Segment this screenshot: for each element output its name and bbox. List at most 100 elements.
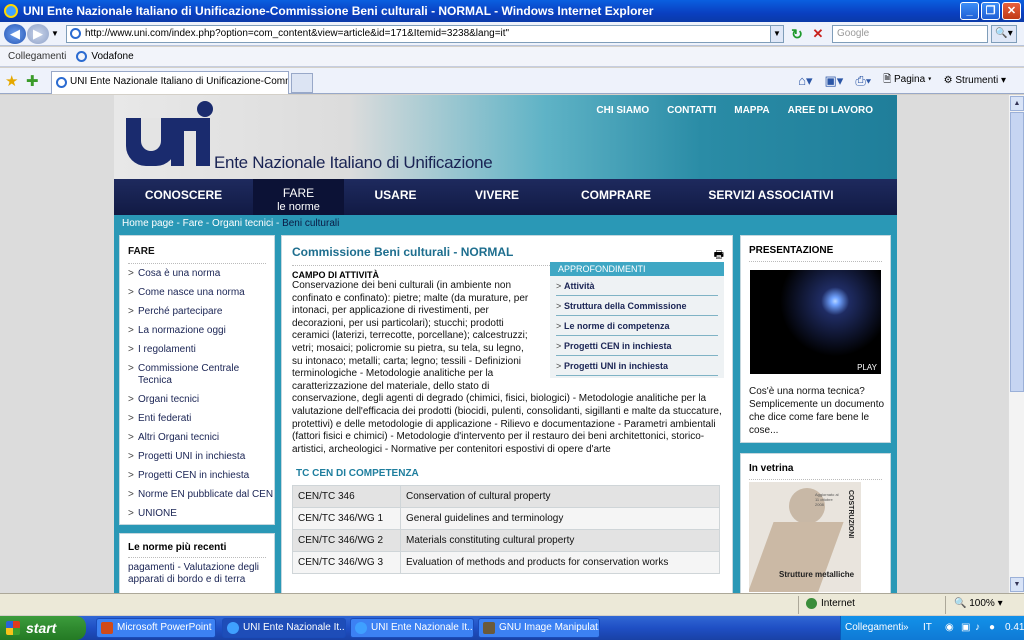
breadcrumb: Home page - Fare - Organi tecnici - Beni… [114, 215, 897, 233]
ie-icon [355, 622, 367, 634]
video-player[interactable]: PLAY [750, 270, 881, 374]
start-button[interactable]: start [0, 616, 86, 640]
main-nav: CONOSCERE FARE le norme USARE VIVERE COM… [114, 179, 897, 215]
scroll-thumb[interactable] [1010, 112, 1024, 392]
left-menu-item[interactable]: Progetti UNI in inchiesta [128, 451, 274, 463]
uni-logo[interactable] [126, 101, 213, 173]
left-menu-item[interactable]: La normazione oggi [128, 325, 274, 337]
nav-fare-sub: le norme [277, 201, 320, 213]
refresh-icon[interactable]: ↻ [788, 25, 806, 43]
left-menu-item[interactable]: Commissione Centrale Tecnica [128, 363, 274, 387]
play-button[interactable]: PLAY [857, 363, 877, 372]
left-menu-item[interactable]: Altri Organi tecnici [128, 432, 274, 444]
approf-link[interactable]: Progetti UNI in inchiesta [556, 356, 718, 376]
topnav-contatti[interactable]: CONTATTI [667, 105, 716, 116]
nav-servizi-associativi[interactable]: SERVIZI ASSOCIATIVI [685, 179, 857, 215]
nav-comprare[interactable]: COMPRARE [547, 179, 685, 215]
approf-link[interactable]: Attività [556, 276, 718, 296]
new-tab-button[interactable] [291, 73, 313, 93]
taskbar-item-gimp[interactable]: GNU Image Manipulat... [478, 618, 600, 638]
tc-desc: Conservation of cultural property [400, 485, 720, 509]
approf-link[interactable]: Progetti CEN in inchiesta [556, 336, 718, 356]
nav-conoscere[interactable]: CONOSCERE [114, 179, 253, 215]
article: Commissione Beni culturali - NORMAL 🖶 CA… [281, 235, 733, 593]
back-button[interactable]: ◀ [4, 24, 26, 44]
address-dropdown-icon[interactable]: ▼ [770, 25, 784, 43]
tc-desc: Evaluation of methods and products for c… [400, 551, 720, 575]
stop-icon[interactable]: ✕ [809, 25, 827, 43]
left-menu-item[interactable]: Norme EN pubblicate dal CEN [128, 489, 274, 501]
left-menu-item[interactable]: I regolamenti [128, 344, 274, 356]
tray-chevron-icon[interactable]: » [903, 622, 909, 633]
approf-link[interactable]: Le norme di competenza [556, 316, 718, 336]
tray-links[interactable]: Collegamenti [845, 622, 903, 633]
minimize-button[interactable]: _ [960, 2, 979, 20]
vertical-scrollbar[interactable]: ▲ ▼ [1008, 95, 1024, 593]
favorites-star-icon[interactable]: ★ [5, 72, 18, 90]
page-title: Commissione Beni culturali - NORMAL [292, 245, 514, 259]
topnav-mappa[interactable]: MAPPA [734, 105, 769, 116]
gimp-icon [483, 622, 495, 634]
scroll-up-arrow-icon[interactable]: ▲ [1010, 96, 1024, 111]
left-menu-item[interactable]: UNIONE [128, 508, 274, 520]
book-date: Aggiornato al 11 ottobre 2008 [815, 492, 839, 507]
breadcrumb-fare[interactable]: Fare [183, 218, 204, 229]
link-vodafone[interactable]: Vodafone [76, 50, 134, 62]
search-input[interactable]: Google [832, 25, 988, 43]
close-button[interactable]: ✕ [1002, 2, 1021, 20]
tray-ie-icon[interactable]: ◉ [945, 622, 954, 633]
book-cover[interactable]: Aggiornato al 11 ottobre 2008 COSTRUZION… [749, 482, 861, 592]
left-menu-item[interactable]: Progetti CEN in inchiesta [128, 470, 274, 482]
taskbar-item-powerpoint[interactable]: Microsoft PowerPoint ... [96, 618, 216, 638]
tools-menu[interactable]: ⚙ Strumenti ▾ [944, 75, 1006, 86]
forward-button[interactable]: ▶ [27, 24, 49, 44]
breadcrumb-organi-tecnici[interactable]: Organi tecnici [212, 218, 273, 229]
left-menu-item[interactable]: Perché partecipare [128, 306, 274, 318]
add-favorites-icon[interactable]: ✚ [26, 72, 39, 90]
zoom-level[interactable]: 🔍 100% ▾ [954, 598, 1003, 609]
table-row: CEN/TC 346 Conservation of cultural prop… [292, 485, 720, 509]
left-menu-item[interactable]: Come nasce una norma [128, 287, 274, 299]
home-icon[interactable]: ⌂▾ [798, 73, 812, 89]
presentazione-title: PRESENTAZIONE [749, 245, 834, 256]
left-menu: FARE Cosa è una norma Come nasce una nor… [119, 235, 275, 525]
scroll-down-arrow-icon[interactable]: ▼ [1010, 577, 1024, 592]
feeds-icon[interactable]: ▣▾ [825, 73, 844, 89]
nav-vivere[interactable]: VIVERE [447, 179, 547, 215]
recent-standards-title: Le norme più recenti [128, 542, 227, 553]
presentazione-text[interactable]: Cos'è una norma tecnica? Semplicemente u… [749, 385, 887, 437]
recent-standards-box: Le norme più recenti pagamenti - Valutaz… [119, 533, 275, 593]
tray-network-icon[interactable]: ▣ [961, 622, 970, 633]
search-icon[interactable]: 🔍▾ [991, 25, 1017, 43]
taskbar-item-ie-2[interactable]: UNI Ente Nazionale It... [350, 618, 474, 638]
nav-fare[interactable]: FARE le norme [253, 179, 344, 215]
tc-desc: General guidelines and terminology [400, 507, 720, 531]
print-icon[interactable]: ⎙▾ [855, 73, 871, 89]
breadcrumb-home[interactable]: Home page [122, 218, 174, 229]
page-menu[interactable]: 🗎 Pagina ▾ [883, 72, 931, 89]
history-dropdown-icon[interactable]: ▼ [51, 29, 59, 38]
page-icon [70, 28, 81, 39]
topnav-chi-siamo[interactable]: CHI SIAMO [596, 105, 649, 116]
maximize-button[interactable]: ❐ [981, 2, 1000, 20]
recent-standard-link[interactable]: pagamenti - Valutazione degli apparati d… [128, 562, 274, 586]
tray-app-icon[interactable]: ● [989, 622, 995, 633]
language-indicator[interactable]: IT [923, 622, 932, 633]
approf-link[interactable]: Struttura della Commissione [556, 296, 718, 316]
tab-uni[interactable]: UNI Ente Nazionale Italiano di Unificazi… [51, 71, 289, 94]
nav-usare[interactable]: USARE [344, 179, 447, 215]
taskbar-item-ie-1[interactable]: UNI Ente Nazionale It... [222, 618, 346, 638]
tc-code: CEN/TC 346/WG 1 [292, 507, 401, 531]
left-menu-item[interactable]: Cosa è una norma [128, 268, 274, 280]
address-input[interactable]: http://www.uni.com/index.php?option=com_… [66, 25, 783, 43]
left-menu-title: FARE [128, 246, 155, 257]
topnav-aree-di-lavoro[interactable]: AREE DI LAVORO [788, 105, 873, 116]
content-area: FARE Cosa è una norma Come nasce una nor… [114, 233, 897, 593]
ie-page-icon [76, 50, 88, 62]
tc-table: CEN/TC 346 Conservation of cultural prop… [292, 485, 720, 575]
security-zone: Internet [806, 598, 855, 609]
tray-volume-icon[interactable]: ♪ [975, 622, 980, 633]
left-menu-item[interactable]: Enti federati [128, 413, 274, 425]
powerpoint-icon [101, 622, 113, 634]
left-menu-item[interactable]: Organi tecnici [128, 394, 274, 406]
